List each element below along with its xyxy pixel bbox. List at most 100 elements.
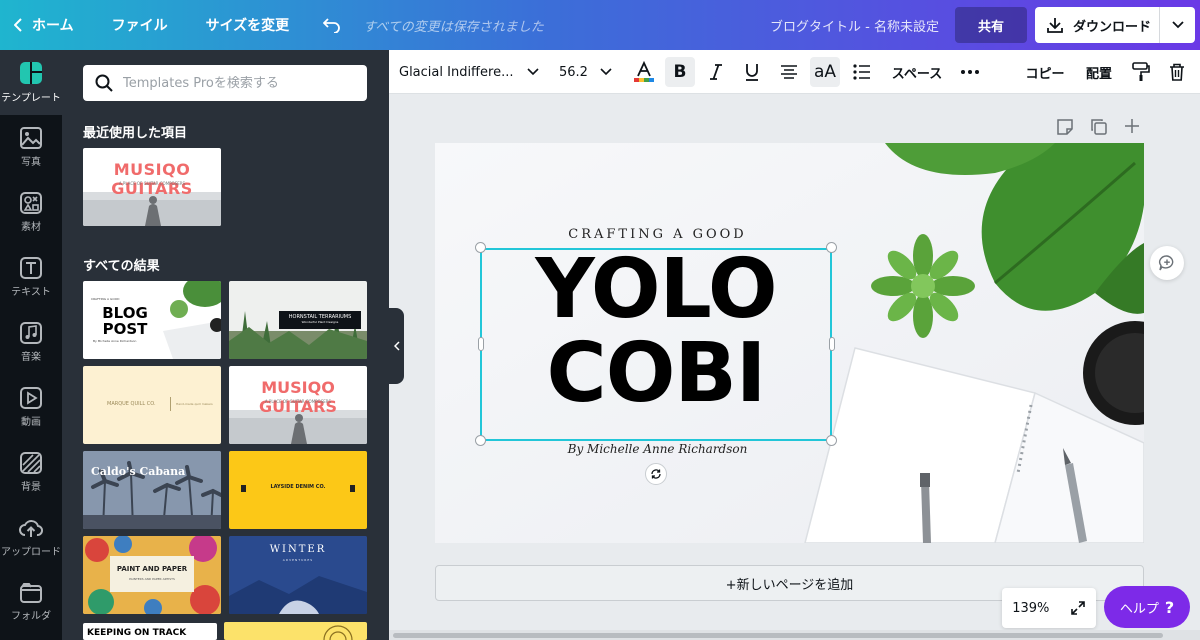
- bullet-list-icon: [853, 64, 870, 80]
- layside-left-icon: [241, 485, 246, 492]
- template-musiqo[interactable]: MUSIQO GUITARS A PLACE OF GUITAR COMPOSE…: [229, 366, 367, 444]
- template-marque-quill[interactable]: MARQUE QUILL CO. Hand-made quill makers: [83, 366, 221, 444]
- search-input[interactable]: [123, 75, 353, 91]
- horizontal-scrollbar[interactable]: [389, 630, 1200, 640]
- winter-thumb-sub: ADVENTURES: [282, 558, 314, 562]
- font-family-value: Glacial Indiffere...: [399, 64, 514, 80]
- rail-elements[interactable]: 素材: [0, 180, 62, 245]
- more-options-button[interactable]: [955, 57, 985, 87]
- template-yellow-sun[interactable]: [224, 622, 367, 640]
- chevron-down-icon: [527, 68, 540, 76]
- download-options[interactable]: [1160, 21, 1195, 29]
- elements-icon: [20, 192, 42, 214]
- align-button[interactable]: [774, 57, 804, 87]
- resize-handle-bottom-right[interactable]: [826, 435, 837, 446]
- resize-handle-top-left[interactable]: [475, 242, 486, 253]
- fullscreen-icon[interactable]: [1070, 600, 1086, 616]
- template-caldos-cabana[interactable]: Caldo's Cabana: [83, 451, 221, 529]
- template-search[interactable]: [83, 65, 367, 101]
- copy-button[interactable]: コピー: [1023, 57, 1067, 87]
- bold-button[interactable]: 𝗕: [665, 57, 695, 87]
- quill-thumb-sub: Hand-made quill makers: [176, 402, 213, 406]
- italic-button[interactable]: [701, 57, 731, 87]
- rail-label: 背景: [21, 482, 41, 493]
- rail-label: 音楽: [21, 352, 41, 363]
- resize-handle-right[interactable]: [829, 337, 835, 351]
- scrollbar-thumb[interactable]: [393, 633, 1163, 638]
- zoom-value[interactable]: 139%: [1012, 601, 1049, 616]
- letter-case-button[interactable]: aA: [810, 57, 840, 87]
- search-icon: [95, 74, 113, 92]
- musiqo2-thumb-sub: A PLACE OF GUITAR COMPOSERS: [264, 399, 332, 404]
- template-keeping-on-track[interactable]: KEEPING ON TRACK: [83, 623, 217, 640]
- more-horizontal-icon: [961, 70, 979, 74]
- help-button[interactable]: ヘルプ ?: [1104, 586, 1190, 628]
- plus-icon: [1125, 119, 1139, 133]
- rotate-icon: [651, 469, 661, 479]
- paint-thumb-sub: PAINTERS AND PAPER ARTISTS: [129, 577, 175, 581]
- blog-post-thumb-by: By Michelle Anne Richardson: [93, 339, 137, 343]
- recent-template-musiqo[interactable]: MUSIQO GUITARS A PLACE OF GUITAR COMPOSE…: [83, 148, 221, 226]
- rail-background[interactable]: 背景: [0, 440, 62, 505]
- home-button[interactable]: ホーム: [0, 0, 88, 50]
- rotate-handle[interactable]: [645, 463, 667, 485]
- font-size-dropdown[interactable]: 56.2: [559, 57, 617, 87]
- text-color-button[interactable]: [629, 57, 659, 87]
- rail-label: 動画: [21, 417, 41, 428]
- paint-thumb-card: PAINT AND PAPER PAINTERS AND PAPER ARTIS…: [110, 556, 194, 592]
- layside-thumb-title: LAYSIDE DENIM CO.: [270, 484, 326, 490]
- winter-thumb-title: WINTER: [269, 544, 327, 555]
- template-hornstail[interactable]: HORNSTAIL TERRARIUMS Wonderful Plant Des…: [229, 281, 367, 359]
- underline-button[interactable]: [737, 57, 767, 87]
- rail-text[interactable]: テキスト: [0, 245, 62, 310]
- help-label: ヘルプ: [1119, 601, 1159, 617]
- rail-video[interactable]: 動画: [0, 375, 62, 440]
- add-comment-button[interactable]: [1150, 246, 1184, 280]
- top-bar: ホーム ファイル サイズを変更 すべての変更は保存されました ブログタイトル -…: [0, 0, 1200, 50]
- download-button[interactable]: ダウンロード: [1035, 7, 1195, 43]
- rail-uploads[interactable]: アップロード: [0, 505, 62, 570]
- rail-templates[interactable]: テンプレート: [0, 50, 62, 115]
- zoom-control[interactable]: 139%: [1002, 588, 1096, 628]
- undo-button[interactable]: [303, 0, 359, 50]
- resize-handle-bottom-left[interactable]: [475, 435, 486, 446]
- paint-roller-icon: [1132, 62, 1150, 81]
- resize-handle-top-right[interactable]: [826, 242, 837, 253]
- collapse-panel-button[interactable]: [389, 308, 404, 384]
- resize-button[interactable]: サイズを変更: [182, 0, 304, 50]
- subtitle-text[interactable]: CRAFTING A GOOD: [435, 227, 880, 242]
- arrange-button[interactable]: 配置: [1083, 57, 1115, 87]
- list-button[interactable]: [847, 57, 877, 87]
- duplicate-page-button[interactable]: [1090, 118, 1108, 140]
- design-page[interactable]: CRAFTING A GOOD YOLO COBI By Michelle An…: [435, 143, 1144, 543]
- rail-photos[interactable]: 写真: [0, 115, 62, 180]
- note-icon: [1057, 119, 1073, 135]
- file-menu[interactable]: ファイル: [88, 0, 182, 50]
- chevron-down-icon: [1171, 21, 1184, 29]
- rail-folders[interactable]: フォルダ: [0, 570, 62, 635]
- copy-style-button[interactable]: [1126, 57, 1156, 87]
- download-main[interactable]: ダウンロード: [1035, 7, 1160, 43]
- undo-icon: [323, 18, 341, 33]
- left-rail: テンプレート 写真 素材 テキスト 音楽 動画 背景 アップロード フォルダ: [0, 50, 62, 640]
- blog-post-thumb-top: CRAFTING A GOOD: [91, 297, 120, 301]
- rail-label: テキスト: [11, 287, 51, 298]
- rail-music[interactable]: 音楽: [0, 310, 62, 375]
- font-family-dropdown[interactable]: Glacial Indiffere...: [399, 57, 549, 87]
- delete-button[interactable]: [1162, 57, 1192, 87]
- template-paint-and-paper[interactable]: PAINT AND PAPER PAINTERS AND PAPER ARTIS…: [83, 536, 221, 614]
- video-icon: [20, 387, 42, 409]
- italic-icon: [710, 64, 722, 80]
- template-layside-denim[interactable]: LAYSIDE DENIM CO.: [229, 451, 367, 529]
- help-question-icon: ?: [1164, 597, 1175, 617]
- templates-icon: [20, 62, 42, 84]
- document-title[interactable]: ブログタイトル - 名称未設定: [770, 16, 939, 35]
- add-page-plus-button[interactable]: [1124, 118, 1140, 138]
- template-winter[interactable]: WINTER ADVENTURES: [229, 536, 367, 614]
- resize-handle-left[interactable]: [478, 337, 484, 351]
- template-blog-post[interactable]: CRAFTING A GOOD BLOG POST By Michelle An…: [83, 281, 221, 359]
- byline-text[interactable]: By Michelle Anne Richardson: [435, 442, 880, 456]
- share-button[interactable]: 共有: [955, 7, 1027, 43]
- spacing-button[interactable]: スペース: [889, 57, 945, 87]
- page-note-button[interactable]: [1056, 118, 1074, 140]
